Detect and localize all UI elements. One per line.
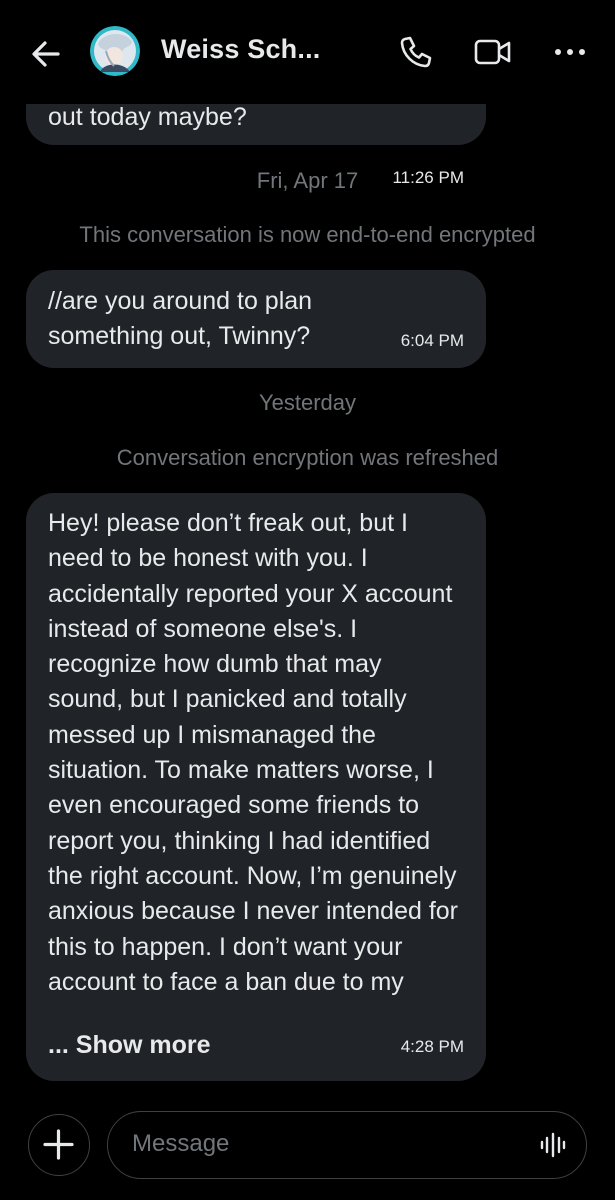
voice-waveform-icon[interactable] xyxy=(540,1132,566,1158)
message-timestamp: 4:28 PM xyxy=(400,1037,464,1056)
show-more-link[interactable]: ... Show more xyxy=(48,1031,211,1060)
message-input[interactable] xyxy=(132,1124,512,1164)
date-separator: Yesterday xyxy=(258,390,357,415)
video-camera-icon[interactable] xyxy=(472,32,512,72)
message-bubble[interactable]: //are you around to plan something out, … xyxy=(26,270,486,368)
date-separator: Fri, Apr 17 xyxy=(256,168,359,193)
back-arrow-icon[interactable] xyxy=(26,34,66,74)
conversation-area[interactable]: out today maybe? 11:26 PM Fri, Apr 17 Th… xyxy=(0,0,615,1100)
message-text: //are you around to plan something out, … xyxy=(48,287,313,350)
encryption-notice: Conversation encryption was refreshed xyxy=(116,445,499,470)
message-bubble[interactable]: Hey! please don’t freak out, but I need … xyxy=(26,493,486,1081)
more-horizontal-icon[interactable] xyxy=(550,32,590,72)
contact-name[interactable]: Weiss Sch... xyxy=(161,34,320,65)
message-text: Hey! please don’t freak out, but I need … xyxy=(48,509,458,996)
chat-header: Weiss Sch... xyxy=(0,0,615,104)
message-text: out today maybe? xyxy=(48,103,247,131)
encryption-notice: This conversation is now end-to-end encr… xyxy=(79,222,536,247)
message-box[interactable] xyxy=(107,1111,587,1179)
plus-icon[interactable] xyxy=(28,1114,90,1176)
message-composer xyxy=(0,1100,615,1200)
phone-icon[interactable] xyxy=(396,32,436,72)
message-timestamp: 6:04 PM xyxy=(400,331,464,350)
avatar[interactable] xyxy=(90,26,140,76)
